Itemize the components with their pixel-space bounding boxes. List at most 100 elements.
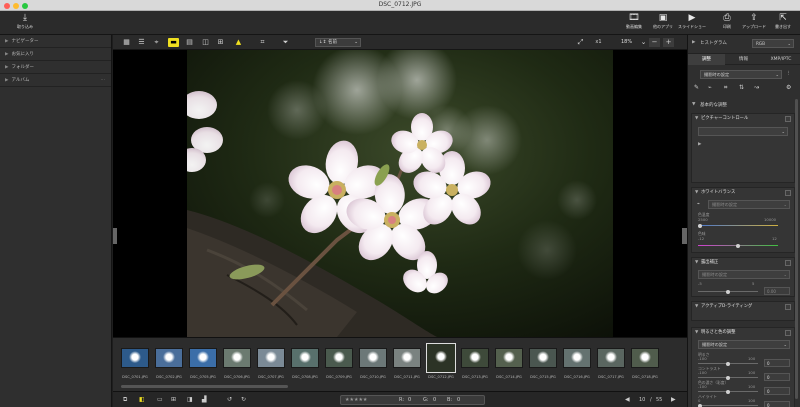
- tone-slider-value[interactable]: 0: [764, 373, 790, 381]
- filmstrip-scrollbar[interactable]: [121, 385, 288, 388]
- temp-slider-knob[interactable]: [698, 223, 702, 228]
- filmstrip-thumbnail[interactable]: [393, 348, 421, 368]
- eyedropper-icon[interactable]: ⌁: [708, 84, 712, 91]
- filmstrip-thumbnail[interactable]: [325, 348, 353, 368]
- tone-slider[interactable]: [698, 389, 758, 394]
- tone-color-header[interactable]: ▼ 明るさと色の調整: [692, 328, 794, 338]
- white-balance-header[interactable]: ▼ ホワイトバランス: [692, 188, 794, 198]
- adjust-preset-select[interactable]: 撮影時の設定 ⌄: [700, 70, 782, 79]
- filmstrip-thumbnail[interactable]: [155, 348, 183, 368]
- zoom-in-icon[interactable]: +: [663, 38, 674, 47]
- left-panel-navigator[interactable]: ▶ ナビゲーター: [0, 35, 111, 48]
- export-button[interactable]: ⇱ 書き出す: [766, 13, 800, 33]
- map-view-icon[interactable]: ⌖: [151, 38, 162, 47]
- filmstrip-thumbnail[interactable]: [426, 343, 456, 373]
- basic-section-header[interactable]: ▼ 基本的な調整: [688, 101, 800, 110]
- exposure-header[interactable]: ▼ 露出補正: [692, 258, 794, 268]
- picture-control-checkbox[interactable]: [785, 116, 791, 122]
- highlight-icon[interactable]: ▲: [233, 38, 244, 47]
- settings-icon[interactable]: ⚙: [786, 84, 791, 91]
- tone-slider-knob[interactable]: [698, 403, 702, 407]
- filmstrip-thumbnail[interactable]: [495, 348, 523, 368]
- left-panel-toggle[interactable]: [113, 228, 117, 244]
- tone-slider-knob[interactable]: [726, 361, 730, 366]
- copy-icon[interactable]: ⧉: [123, 396, 127, 404]
- left-panel-favorites[interactable]: ▶ お気に入り: [0, 48, 111, 61]
- wb-eyedropper-icon[interactable]: ⌁: [697, 201, 700, 207]
- rotate-right-icon[interactable]: ↻: [241, 396, 246, 404]
- filmstrip-thumbnail[interactable]: [121, 348, 149, 368]
- compare-4-view-icon[interactable]: ⊞: [215, 38, 226, 47]
- histogram-toggle-icon[interactable]: ▟: [202, 396, 207, 404]
- image-viewer[interactable]: [113, 50, 687, 337]
- tone-slider-value[interactable]: 0: [764, 359, 790, 367]
- right-panel-scrollbar[interactable]: [795, 99, 798, 399]
- picture-control-header[interactable]: ▼ ピクチャーコントロール: [692, 114, 794, 124]
- exposure-value[interactable]: 0.00: [764, 287, 790, 295]
- tone-slider[interactable]: [698, 375, 758, 380]
- preset-menu-icon[interactable]: ⋮: [786, 71, 791, 76]
- x1-button[interactable]: x1: [593, 38, 604, 47]
- grid-overlay-icon[interactable]: ⊞: [171, 396, 176, 404]
- next-image-icon[interactable]: ▶: [671, 396, 676, 404]
- exposure-select[interactable]: 撮影時の設定 ⌄: [698, 270, 790, 279]
- exposure-slider-knob[interactable]: [726, 289, 730, 294]
- fit-screen-icon[interactable]: ⤢: [575, 38, 586, 47]
- straighten-icon[interactable]: ⇅: [739, 84, 744, 91]
- retouch-icon[interactable]: ↝: [754, 84, 759, 91]
- active-dlighting-checkbox[interactable]: [785, 304, 791, 310]
- white-balance-checkbox[interactable]: [785, 190, 791, 196]
- tab-xmp-iptc[interactable]: XMP/IPTC: [762, 54, 800, 65]
- tab-adjust[interactable]: 調整: [688, 54, 725, 65]
- tint-slider[interactable]: [698, 243, 778, 248]
- left-panel-albums[interactable]: ▶ アルバム ⋯: [0, 74, 111, 87]
- filmstrip-thumbnail[interactable]: [291, 348, 319, 368]
- tone-slider-knob[interactable]: [726, 375, 730, 380]
- tab-info[interactable]: 情報: [725, 54, 762, 65]
- tone-color-checkbox[interactable]: [785, 330, 791, 336]
- list-view-icon[interactable]: ☰: [136, 38, 147, 47]
- rating-stars[interactable]: ★★★★★: [345, 396, 367, 405]
- prev-image-icon[interactable]: ◀: [625, 396, 630, 404]
- zoom-out-icon[interactable]: −: [649, 38, 660, 47]
- filmstrip-thumbnail[interactable]: [597, 348, 625, 368]
- import-button[interactable]: ⤓ 取り込み: [8, 13, 42, 33]
- expand-arrow-icon[interactable]: ▶: [698, 142, 701, 147]
- more-icon[interactable]: ⋯: [101, 74, 106, 87]
- tone-slider-value[interactable]: 0: [764, 401, 790, 407]
- tint-slider-knob[interactable]: [736, 243, 740, 248]
- filmstrip-thumbnail[interactable]: [631, 348, 659, 368]
- filmstrip-thumbnail[interactable]: [529, 348, 557, 368]
- active-dlighting-header[interactable]: ▼ アクティブD-ライティング: [692, 302, 794, 312]
- left-panel-folders[interactable]: ▶ フォルダー: [0, 61, 111, 74]
- tone-select[interactable]: 撮影時の設定 ⌄: [698, 340, 790, 349]
- filter-icon[interactable]: ⏷: [280, 38, 291, 47]
- filmstrip-thumbnail[interactable]: [223, 348, 251, 368]
- tone-slider-value[interactable]: 0: [764, 387, 790, 395]
- histogram-channel-select[interactable]: RGB ⌄: [752, 39, 794, 48]
- label-color-icon[interactable]: ◧: [139, 396, 145, 404]
- filmstrip-thumbnail[interactable]: [461, 348, 489, 368]
- filmstrip-view-icon[interactable]: ▤: [184, 38, 195, 47]
- white-balance-select[interactable]: 撮影時の設定 ⌄: [708, 200, 790, 209]
- filmstrip-thumbnail[interactable]: [563, 348, 591, 368]
- brush-icon[interactable]: ✎: [694, 84, 699, 91]
- sort-select[interactable]: ↓↕ 名前 ⌄: [315, 38, 361, 47]
- info-overlay-icon[interactable]: ▭: [157, 396, 163, 404]
- tone-slider[interactable]: [698, 361, 758, 366]
- zoom-menu-icon[interactable]: ⌄: [638, 38, 649, 47]
- single-image-view-icon[interactable]: ▬: [168, 38, 179, 47]
- histogram-header[interactable]: ▶ ヒストグラム RGB ⌄: [688, 38, 800, 50]
- temp-slider[interactable]: [698, 223, 778, 228]
- exposure-slider[interactable]: [698, 289, 758, 294]
- filmstrip-thumbnail[interactable]: [359, 348, 387, 368]
- rotate-left-icon[interactable]: ↺: [227, 396, 232, 404]
- compare-2-view-icon[interactable]: ◫: [200, 38, 211, 47]
- slideshow-button[interactable]: ▶ スライドショー: [675, 13, 709, 33]
- split-view-icon[interactable]: ◨: [187, 396, 193, 404]
- tone-slider-knob[interactable]: [726, 389, 730, 394]
- crop-icon[interactable]: ⌗: [724, 84, 727, 92]
- filmstrip-thumbnail[interactable]: [257, 348, 285, 368]
- picture-control-select[interactable]: ⌄: [698, 127, 788, 136]
- exposure-checkbox[interactable]: [785, 260, 791, 266]
